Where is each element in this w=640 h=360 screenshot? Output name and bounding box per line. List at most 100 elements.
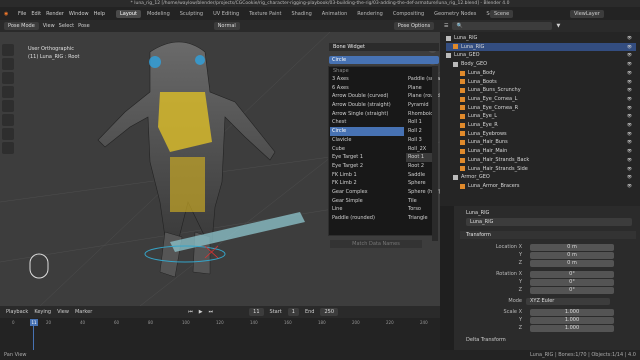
outliner-row[interactable]: Luna_Hair_Main 👁 [446, 147, 636, 156]
shape-option[interactable]: Root 2 [406, 162, 432, 171]
outliner-row[interactable]: Body_GEO 👁 [446, 60, 636, 69]
visibility-eye-icon[interactable]: 👁 [627, 165, 632, 174]
shape-option[interactable]: Rhomboid [406, 110, 433, 119]
transform-tool-icon[interactable] [2, 114, 14, 126]
shape-option[interactable]: Plane [406, 84, 432, 93]
view-menu-timeline[interactable]: View [57, 309, 69, 315]
shape-option[interactable]: Roll 2 [406, 127, 432, 136]
outliner-row[interactable]: Luna_Eye_Cornea_R 👁 [446, 104, 636, 113]
tab-sculpting[interactable]: Sculpting [176, 10, 207, 18]
outliner-row[interactable]: Luna_Eyebrows 👁 [446, 130, 636, 139]
marker-menu[interactable]: Marker [75, 309, 92, 315]
select-tool-icon[interactable] [2, 44, 14, 56]
visibility-eye-icon[interactable]: 👁 [627, 60, 632, 69]
properties-data-field[interactable]: Luna_RIG [466, 218, 632, 226]
menu-file[interactable]: File [18, 11, 26, 17]
rotation-z-field[interactable]: 0° [530, 287, 614, 294]
shape-option[interactable]: FK Limb 1 [330, 171, 404, 180]
bone-widget-panel-header[interactable]: Bone Widget [329, 43, 439, 51]
shape-option[interactable]: Sphere [406, 179, 432, 188]
rotate-tool-icon[interactable] [2, 86, 14, 98]
visibility-eye-icon[interactable]: 👁 [627, 156, 632, 165]
rotation-y-field[interactable]: 0° [530, 279, 614, 286]
start-frame-field[interactable]: 1 [287, 308, 299, 316]
visibility-eye-icon[interactable]: 👁 [627, 43, 632, 52]
measure-tool-icon[interactable] [2, 142, 14, 154]
outliner-row[interactable]: Luna_GEO 👁 [446, 51, 636, 60]
outliner-display-icon[interactable]: ☰ [444, 23, 448, 29]
tab-animation[interactable]: Animation [318, 10, 352, 18]
visibility-eye-icon[interactable]: 👁 [627, 173, 632, 182]
scale-y-field[interactable]: 1.000 [530, 317, 614, 324]
shape-option[interactable]: Gear Complex [330, 188, 404, 197]
visibility-eye-icon[interactable]: 👁 [627, 182, 632, 191]
tab-geometry-nodes[interactable]: Geometry Nodes [430, 10, 480, 18]
shape-option[interactable]: Line [330, 205, 404, 214]
scale-z-field[interactable]: 1.000 [530, 325, 614, 332]
visibility-eye-icon[interactable]: 👁 [627, 130, 632, 139]
shape-option[interactable]: Roll 3 [406, 136, 432, 145]
bone-widget-shape-field[interactable]: Circle [329, 56, 439, 64]
view-layer-selector[interactable]: ViewLayer [570, 9, 604, 18]
shape-option[interactable]: Cube [330, 145, 404, 154]
shape-option[interactable]: Plane (rounded) [406, 92, 448, 101]
visibility-eye-icon[interactable]: 👁 [627, 69, 632, 78]
outliner-row[interactable]: Luna_RIG 👁 [446, 34, 636, 43]
mode-selector[interactable]: Pose Mode [4, 22, 39, 30]
shape-option[interactable]: Sphere (half) [406, 188, 441, 197]
play-icon[interactable]: ▶ [199, 309, 203, 315]
outliner-row[interactable]: Luna_Hair_Strands_Back 👁 [446, 156, 636, 165]
match-data-names-button[interactable]: Match Data Names [330, 240, 422, 248]
visibility-eye-icon[interactable]: 👁 [627, 138, 632, 147]
tab-shading[interactable]: Shading [287, 10, 315, 18]
shape-option[interactable]: Triangle [406, 214, 432, 223]
visibility-eye-icon[interactable]: 👁 [627, 104, 632, 113]
blender-logo-icon[interactable]: ◉ [4, 11, 8, 17]
orientation-selector[interactable]: Normal [213, 22, 240, 30]
shape-option[interactable]: 6 Axes [330, 84, 404, 93]
visibility-eye-icon[interactable]: 👁 [627, 34, 632, 43]
visibility-eye-icon[interactable]: 👁 [627, 95, 632, 104]
outliner-row[interactable]: Luna_Buns_Scrunchy 👁 [446, 86, 636, 95]
outliner-row[interactable]: Luna_Eye_L 👁 [446, 112, 636, 121]
scene-selector[interactable]: Scene [490, 9, 514, 18]
rotation-mode-select[interactable]: XYZ Euler [526, 298, 610, 305]
tab-rendering[interactable]: Rendering [353, 10, 387, 18]
cursor-tool-icon[interactable] [2, 58, 14, 70]
delta-transform-header[interactable]: Delta Transform [466, 337, 506, 343]
outliner-row[interactable]: Luna_Hair_Strands_Side 👁 [446, 165, 636, 174]
tab-compositing[interactable]: Compositing [389, 10, 428, 18]
tab-uv-editing[interactable]: UV Editing [209, 10, 243, 18]
outliner-row[interactable]: Armor_GEO 👁 [446, 173, 636, 182]
playhead[interactable]: 11 [30, 319, 38, 326]
outliner-row[interactable]: Luna_RIG 👁 [446, 42, 636, 52]
shape-option[interactable]: Roll 1 [406, 118, 432, 127]
keying-menu[interactable]: Keying [34, 309, 51, 315]
playback-menu[interactable]: Playback [6, 309, 28, 315]
shape-option[interactable]: FK Limb 2 [330, 179, 404, 188]
shape-option[interactable]: Torso [406, 205, 432, 214]
location-y-field[interactable]: 0 m [530, 252, 614, 259]
outliner-search-field[interactable]: 🔍 [452, 22, 553, 30]
current-frame-field[interactable]: 11 [249, 308, 264, 316]
annotate-tool-icon[interactable] [2, 128, 14, 140]
view-menu[interactable]: View [43, 23, 55, 29]
dropdown-scrollbar[interactable] [432, 66, 438, 241]
shape-option[interactable]: Pyramid [406, 101, 432, 110]
shape-option[interactable]: 3 Axes [330, 75, 404, 84]
pose-options-button[interactable]: Pose Options [393, 22, 435, 30]
visibility-eye-icon[interactable]: 👁 [627, 78, 632, 87]
jump-start-icon[interactable]: ⏮ [188, 309, 193, 315]
shape-option[interactable]: Clavicle [330, 136, 404, 145]
menu-help[interactable]: Help [94, 11, 105, 17]
visibility-eye-icon[interactable]: 👁 [627, 86, 632, 95]
outliner-row[interactable]: Luna_Eye_Cornea_L 👁 [446, 95, 636, 104]
shape-option[interactable]: Paddle (square) [406, 75, 447, 84]
outliner-row[interactable]: Luna_Boots 👁 [446, 78, 636, 87]
move-tool-icon[interactable] [2, 72, 14, 84]
shape-option[interactable]: Arrow Single (straight) [330, 110, 404, 119]
scale-tool-icon[interactable] [2, 100, 14, 112]
scale-x-field[interactable]: 1.000 [530, 309, 614, 316]
menu-edit[interactable]: Edit [31, 11, 41, 17]
visibility-eye-icon[interactable]: 👁 [627, 121, 632, 130]
